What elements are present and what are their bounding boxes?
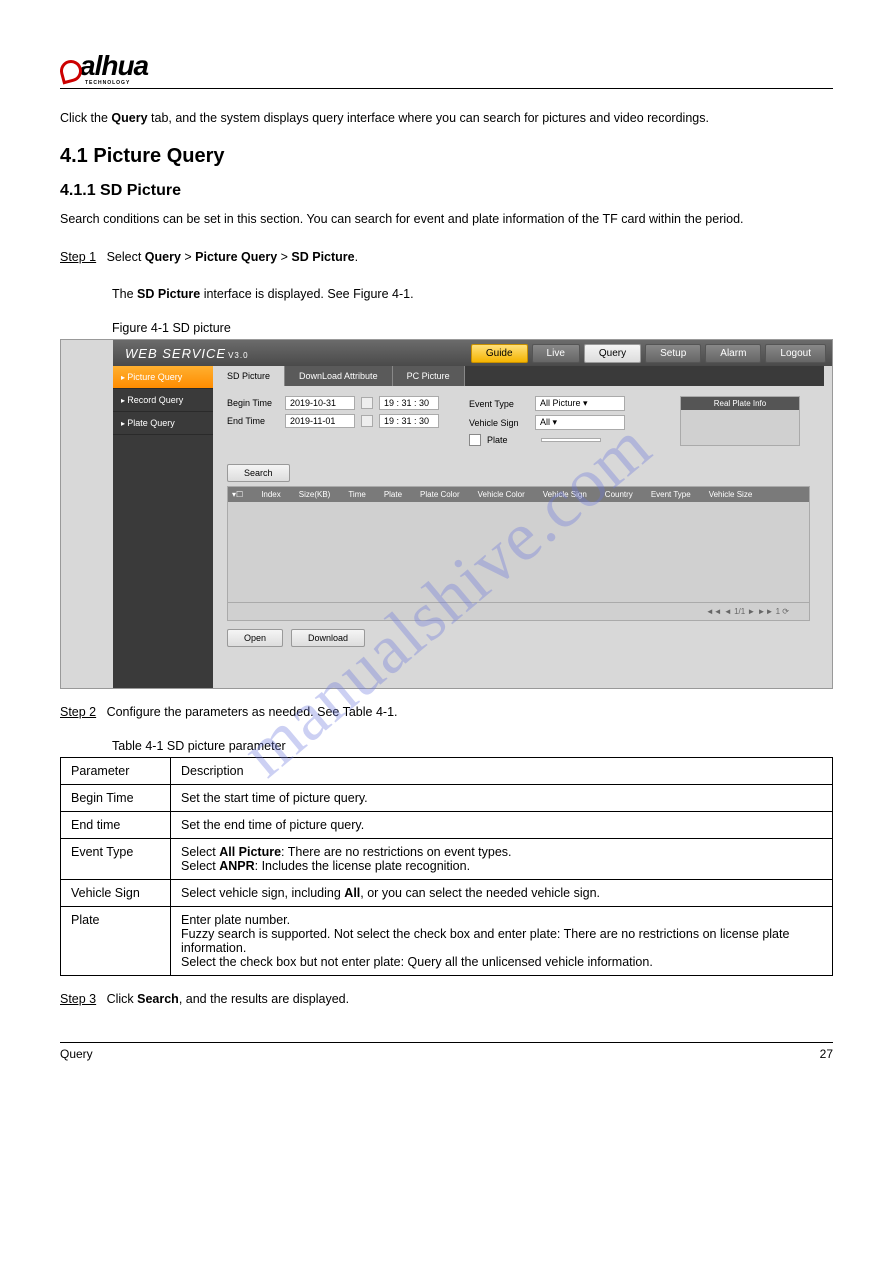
col-size: Size(KB) <box>299 490 331 499</box>
step-1-label: Step 1 <box>60 250 96 264</box>
app-title: WEB SERVICEV3.0 <box>125 346 249 361</box>
screenshot-figure: WEB SERVICEV3.0 Guide Live Query Setup A… <box>60 339 833 689</box>
begin-time-input[interactable]: 19 : 31 : 30 <box>379 396 439 410</box>
th-description: Description <box>171 757 833 784</box>
label-begin-time: Begin Time <box>227 398 279 408</box>
real-plate-info-panel: Real Plate Info <box>680 396 800 446</box>
table-row: Vehicle Sign Select vehicle sign, includ… <box>61 879 833 906</box>
col-event-type: Event Type <box>651 490 691 499</box>
sidebar-item-plate-query[interactable]: Plate Query <box>113 412 213 435</box>
col-checkbox[interactable]: ▾☐ <box>232 490 243 499</box>
label-vehicle-sign: Vehicle Sign <box>469 418 529 428</box>
intro-paragraph: Search conditions can be set in this sec… <box>60 208 833 232</box>
col-time: Time <box>348 490 365 499</box>
download-button[interactable]: Download <box>291 629 365 647</box>
nav-guide[interactable]: Guide <box>471 344 528 363</box>
nav-alarm[interactable]: Alarm <box>705 344 761 363</box>
table-row: Plate Enter plate number. Fuzzy search i… <box>61 906 833 975</box>
label-end-time: End Time <box>227 416 279 426</box>
calendar-icon[interactable] <box>361 415 373 427</box>
tab-download-attr[interactable]: DownLoad Attribute <box>285 366 393 386</box>
table-row: End time Set the end time of picture que… <box>61 811 833 838</box>
footer-page-number: 27 <box>820 1047 833 1061</box>
section-4-1: 4.1 Picture Query <box>60 145 833 168</box>
step-1: Step 1 Select Query > Picture Query > SD… <box>60 246 833 270</box>
search-button[interactable]: Search <box>227 464 290 482</box>
sidebar: Picture Query Record Query Plate Query <box>113 366 213 688</box>
col-plate: Plate <box>384 490 402 499</box>
tab-pc-picture[interactable]: PC Picture <box>393 366 465 386</box>
th-parameter: Parameter <box>61 757 171 784</box>
brand-logo: alhua <box>60 50 833 82</box>
calendar-icon[interactable] <box>361 397 373 409</box>
step-1-result: The SD Picture interface is displayed. S… <box>60 283 833 307</box>
label-event-type: Event Type <box>469 399 529 409</box>
end-date-input[interactable]: 2019-11-01 <box>285 414 355 428</box>
table-row: Event Type Select All Picture: There are… <box>61 838 833 879</box>
figure-label: Figure 4-1 SD picture <box>60 321 833 335</box>
col-country: Country <box>605 490 633 499</box>
page-footer: Query 27 <box>60 1042 833 1061</box>
footer-section: Query <box>60 1047 93 1061</box>
result-grid: ▾☐ Index Size(KB) Time Plate Plate Color… <box>227 486 810 603</box>
col-index: Index <box>261 490 281 499</box>
vehicle-sign-select[interactable]: All ▾ <box>535 415 625 430</box>
step-3-label: Step 3 <box>60 992 96 1006</box>
begin-date-input[interactable]: 2019-10-31 <box>285 396 355 410</box>
app-titlebar: WEB SERVICEV3.0 Guide Live Query Setup A… <box>113 340 832 366</box>
tab-sd-picture[interactable]: SD Picture <box>213 366 285 386</box>
end-time-input[interactable]: 19 : 31 : 30 <box>379 414 439 428</box>
parameter-table: Parameter Description Begin Time Set the… <box>60 757 833 976</box>
page-header: alhua TECHNOLOGY <box>60 50 833 89</box>
nav-setup[interactable]: Setup <box>645 344 701 363</box>
pager[interactable]: ◄◄ ◄ 1/1 ► ►► 1 ⟳ <box>227 603 810 621</box>
section-4-1-1: 4.1.1 SD Picture <box>60 182 833 200</box>
col-vehicle-size: Vehicle Size <box>709 490 753 499</box>
open-button[interactable]: Open <box>227 629 283 647</box>
sidebar-item-picture-query[interactable]: Picture Query <box>113 366 213 389</box>
real-plate-info-header: Real Plate Info <box>681 397 799 410</box>
main-panel: SD Picture DownLoad Attribute PC Picture… <box>213 366 832 688</box>
col-vehicle-color: Vehicle Color <box>478 490 525 499</box>
step-3: Step 3 Click Search, and the results are… <box>60 988 833 1012</box>
nav-logout[interactable]: Logout <box>765 344 826 363</box>
table-row: Begin Time Set the start time of picture… <box>61 784 833 811</box>
nav-query[interactable]: Query <box>584 344 641 363</box>
event-type-select[interactable]: All Picture ▾ <box>535 396 625 411</box>
sidebar-item-record-query[interactable]: Record Query <box>113 389 213 412</box>
label-plate: Plate <box>487 435 535 445</box>
step-2: Step 2 Configure the parameters as neede… <box>60 701 833 725</box>
nav-live[interactable]: Live <box>532 344 580 363</box>
logo-subtitle: TECHNOLOGY <box>85 80 833 86</box>
plate-checkbox[interactable] <box>469 434 481 446</box>
col-vehicle-sign: Vehicle Sign <box>543 490 587 499</box>
col-plate-color: Plate Color <box>420 490 460 499</box>
table-label: Table 4-1 SD picture parameter <box>60 739 833 753</box>
chapter-intro: Click the Query tab, and the system disp… <box>60 107 833 131</box>
step-2-label: Step 2 <box>60 705 96 719</box>
plate-input[interactable] <box>541 438 601 442</box>
grid-body-empty <box>228 502 809 602</box>
logo-text: alhua <box>80 50 148 82</box>
